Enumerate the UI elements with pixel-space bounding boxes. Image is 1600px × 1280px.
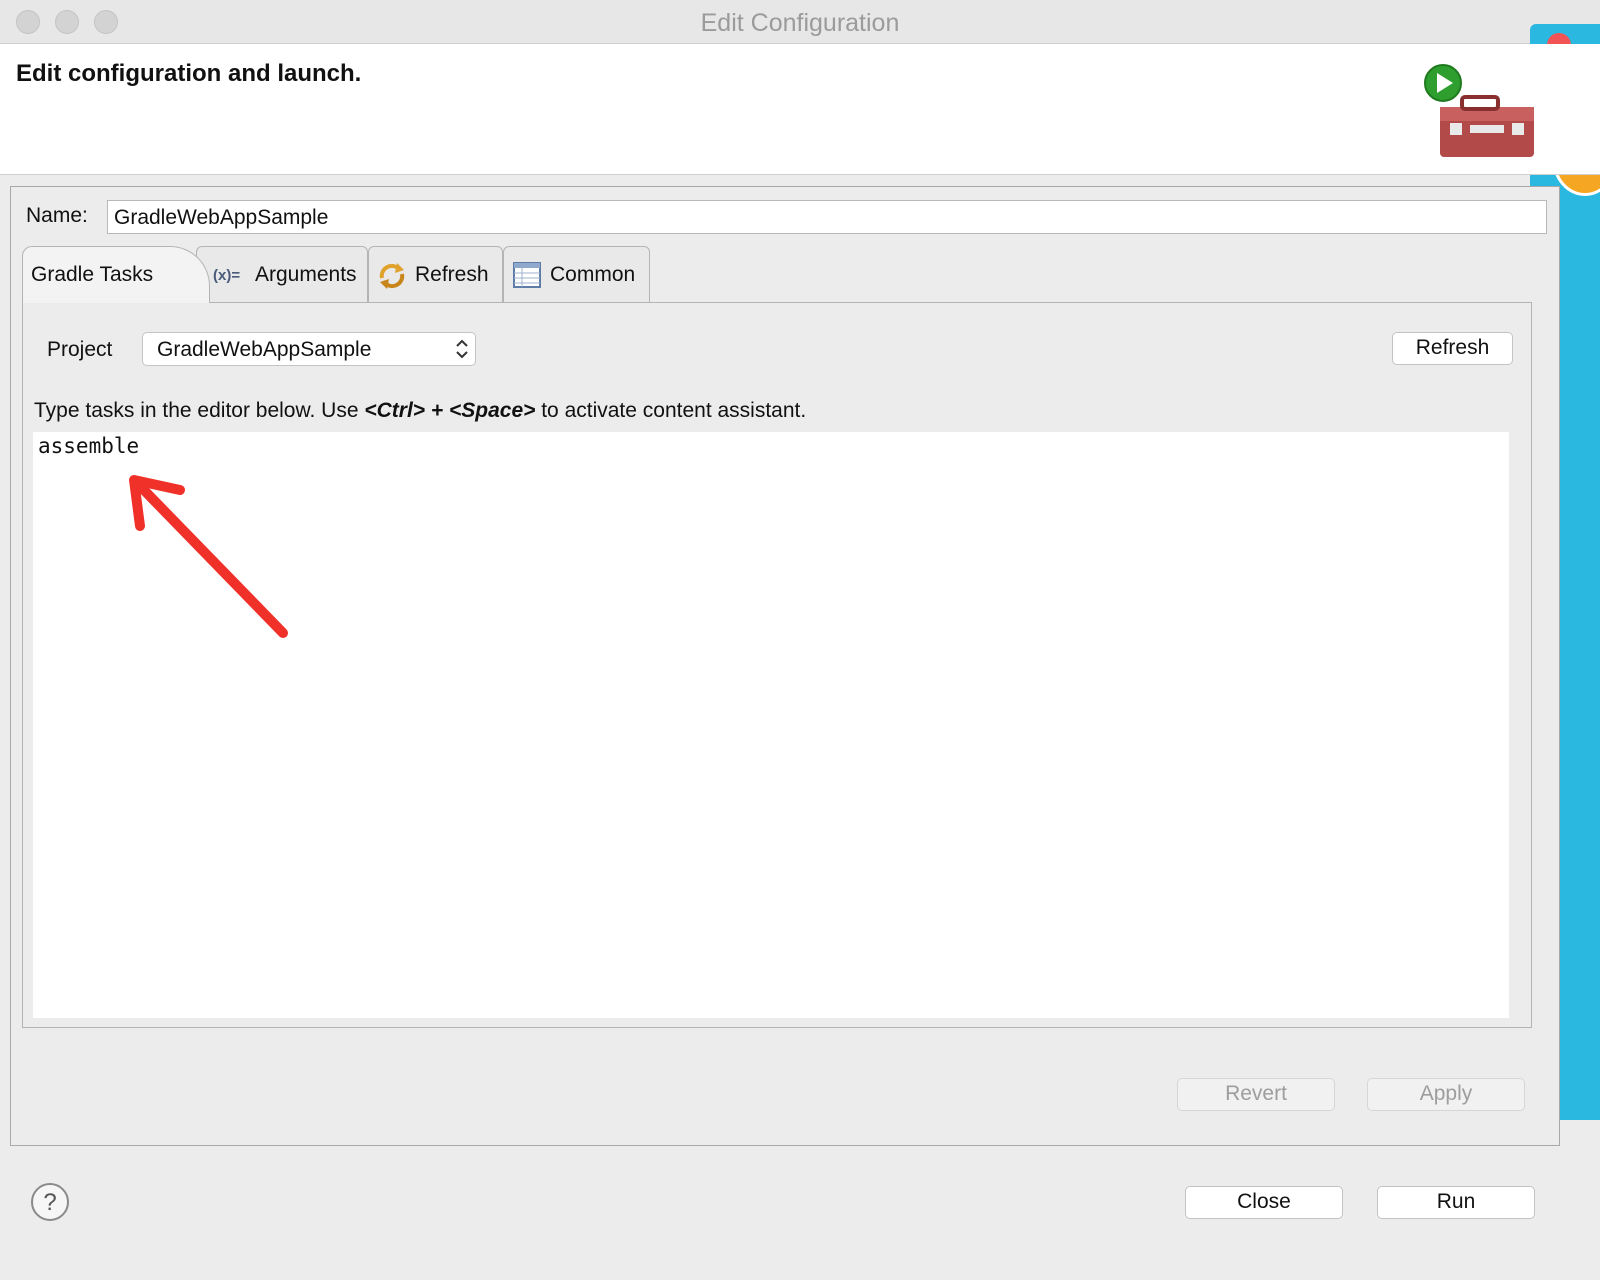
tab-label: Arguments [255,262,357,286]
revert-button[interactable]: Revert [1177,1078,1335,1111]
apply-button[interactable]: Apply [1367,1078,1525,1111]
tab-label: Gradle Tasks [31,263,154,286]
page-title: Edit configuration and launch. [16,60,362,87]
close-button[interactable]: Close [1185,1186,1343,1219]
hint-plus: + [425,399,449,422]
select-chevron-icon [456,339,468,359]
tab-label: Refresh [415,262,489,286]
project-select[interactable]: GradleWebAppSample [142,332,476,366]
annotation-arrow-icon [129,475,288,638]
window-title: Edit Configuration [700,9,900,37]
run-button[interactable]: Run [1377,1186,1535,1219]
launch-toolbox-icon [1424,64,1534,157]
name-label: Name: [26,204,88,227]
hint-space: <Space> [448,399,536,422]
tasks-editor-text: assemble [38,434,140,458]
name-input[interactable]: GradleWebAppSample [107,200,1547,234]
tab-arguments[interactable]: (x)= Arguments [196,246,368,302]
hint-prefix: Type tasks in the editor below. Use [34,399,365,422]
tab-gradle-tasks[interactable]: Gradle Tasks [22,246,210,303]
svg-text:?: ? [43,1189,56,1216]
hint-suffix: to activate content assistant. [535,399,807,422]
svg-text:(x)=: (x)= [213,267,240,284]
tab-refresh[interactable]: Refresh [368,246,503,302]
tab-label: Common [550,262,636,286]
common-table-icon [512,261,542,289]
arguments-icon: (x)= [213,264,247,286]
hint-ctrl: <Ctrl> [364,399,426,422]
refresh-project-button[interactable]: Refresh [1392,332,1513,365]
help-icon[interactable]: ? [30,1182,70,1222]
refresh-icon [377,260,407,290]
editor-hint: Type tasks in the editor below. Use <Ctr… [34,399,806,423]
project-label: Project [47,338,113,361]
tab-common[interactable]: Common [503,246,650,302]
